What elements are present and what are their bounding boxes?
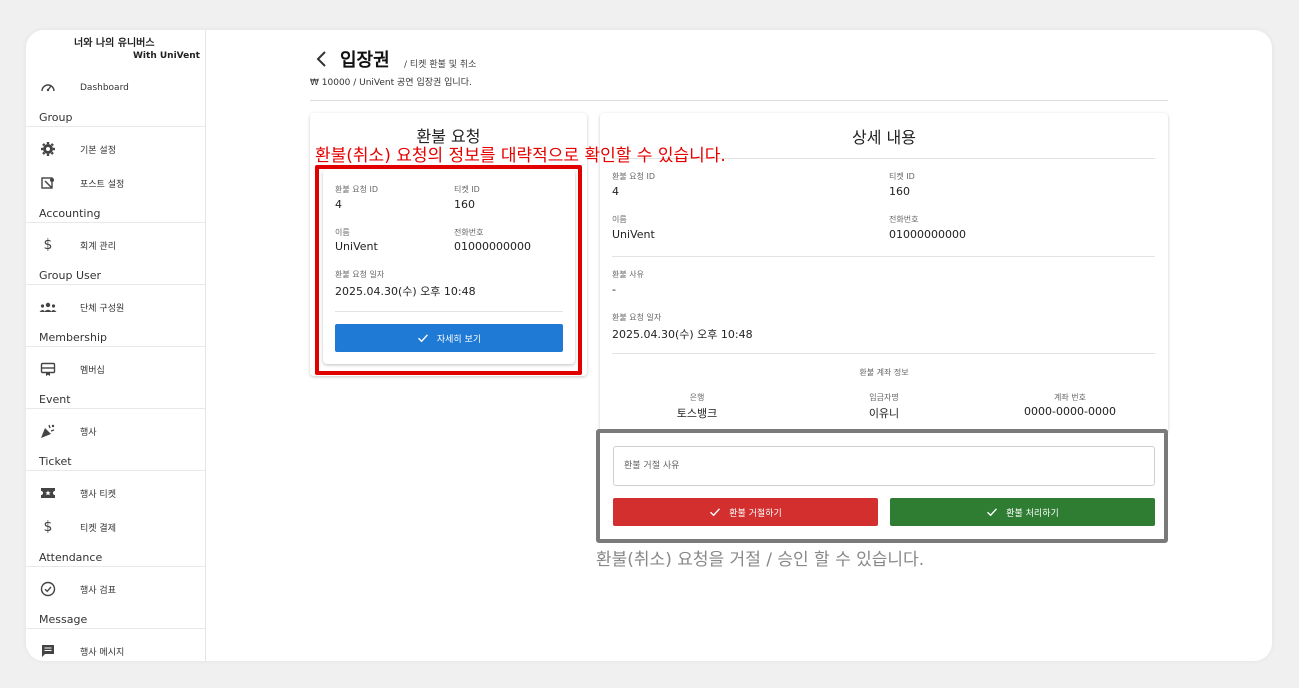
dollar-icon: $ <box>43 519 53 535</box>
section-divider <box>26 408 205 409</box>
group-icon <box>39 298 57 316</box>
sidebar-item-members[interactable]: 단체 구성원 <box>26 293 205 321</box>
bank-label: 은행 <box>689 393 705 402</box>
detail-phone-label: 전화번호 <box>889 215 919 224</box>
sidebar-item-basic-settings[interactable]: 기본 설정 <box>26 135 205 163</box>
account-info-title: 환불 계좌 정보 <box>859 368 909 377</box>
section-title-event: Event <box>39 393 71 406</box>
brand-title: 너와 나의 유니버스 <box>74 38 155 49</box>
sidebar-item-ticket-payment[interactable]: $ 티켓 결제 <box>26 513 205 541</box>
sidebar-item-label: Dashboard <box>80 83 129 93</box>
detail-ticket-id-value: 160 <box>889 185 910 198</box>
page-subtitle: / 티켓 환불 및 취소 <box>404 60 477 70</box>
sidebar-item-ticket-check[interactable]: 행사 검표 <box>26 575 205 603</box>
sidebar-item-label: 기본 설정 <box>80 145 116 156</box>
section-divider <box>26 628 205 629</box>
ticket-icon <box>39 484 57 502</box>
detail-name-value: UniVent <box>612 228 655 241</box>
section-divider <box>26 222 205 223</box>
card-membership-icon <box>39 360 57 378</box>
annotation-gray-text: 환불(취소) 요청을 거절 / 승인 할 수 있습니다. <box>596 550 925 570</box>
sidebar-item-label: 티켓 결제 <box>80 523 116 534</box>
section-title-attendance: Attendance <box>39 551 103 564</box>
section-divider <box>26 566 205 567</box>
sidebar-item-event[interactable]: 행사 <box>26 417 205 445</box>
sidebar-item-label: 행사 메시지 <box>80 647 125 658</box>
message-icon <box>39 642 57 660</box>
detail-ticket-id-label: 티켓 ID <box>889 172 915 181</box>
bank-value: 토스뱅크 <box>676 407 718 420</box>
section-divider <box>26 284 205 285</box>
section-title-membership: Membership <box>39 331 107 344</box>
sidebar-item-label: 회계 관리 <box>80 241 116 252</box>
dollar-icon: $ <box>43 237 53 253</box>
annotation-red-box <box>315 165 582 375</box>
annotation-gray-box <box>596 429 1168 543</box>
account-number-label: 계좌 번호 <box>1054 393 1086 402</box>
detail-divider <box>612 256 1155 257</box>
back-chevron-icon[interactable] <box>315 50 329 68</box>
section-title-group: Group <box>39 111 73 124</box>
app-window: 너와 나의 유니버스 With UniVent Dashboard Group … <box>26 30 1272 661</box>
detail-request-id-label: 환불 요청 ID <box>612 172 656 181</box>
refund-reason-label: 환불 사유 <box>612 270 644 279</box>
section-divider <box>26 126 205 127</box>
section-title-ticket: Ticket <box>39 455 72 468</box>
celebration-icon <box>39 422 57 440</box>
annotation-red-text: 환불(취소) 요청의 정보를 대략적으로 확인할 수 있습니다. <box>315 146 726 166</box>
sidebar-item-membership[interactable]: 멤버십 <box>26 355 205 383</box>
header-divider <box>310 100 1168 101</box>
page-description: ₩ 10000 / UniVent 공연 입장권 입니다. <box>310 78 472 88</box>
sidebar-item-label: 멤버십 <box>80 365 105 376</box>
sidebar-item-event-message[interactable]: 행사 메시지 <box>26 637 205 661</box>
detail-date-value: 2025.04.30(수) 오후 10:48 <box>612 328 753 341</box>
refund-reason-value: - <box>612 283 616 296</box>
sidebar: 너와 나의 유니버스 With UniVent Dashboard Group … <box>26 30 206 661</box>
section-title-accounting: Accounting <box>39 207 101 220</box>
sidebar-item-post-settings[interactable]: 포스트 설정 <box>26 169 205 197</box>
section-divider <box>26 346 205 347</box>
sidebar-item-label: 행사 검표 <box>80 585 116 596</box>
sidebar-item-accounting[interactable]: $ 회계 관리 <box>26 231 205 259</box>
section-title-message: Message <box>39 613 88 626</box>
detail-request-id-value: 4 <box>612 185 619 198</box>
sidebar-item-event-ticket[interactable]: 행사 티켓 <box>26 479 205 507</box>
sidebar-item-label: 행사 티켓 <box>80 489 116 500</box>
post-settings-icon <box>39 174 57 192</box>
sidebar-item-dashboard[interactable]: Dashboard <box>26 74 205 102</box>
section-title-group-user: Group User <box>39 269 102 282</box>
page-title: 입장권 <box>340 50 390 71</box>
check-circle-icon <box>39 580 57 598</box>
speedometer-icon <box>39 79 57 97</box>
detail-date-label: 환불 요청 일자 <box>612 313 662 322</box>
detail-phone-value: 01000000000 <box>889 228 966 241</box>
account-number-value: 0000-0000-0000 <box>1024 405 1116 418</box>
sidebar-item-label: 단체 구성원 <box>80 303 125 314</box>
gear-icon <box>39 140 57 158</box>
sidebar-item-label: 포스트 설정 <box>80 179 125 190</box>
holder-value: 이유니 <box>868 407 900 420</box>
detail-name-label: 이름 <box>612 215 627 224</box>
holder-label: 입금자명 <box>869 393 899 402</box>
sidebar-item-label: 행사 <box>80 427 97 438</box>
brand-subtitle: With UniVent <box>133 51 200 61</box>
detail-divider <box>612 353 1155 354</box>
section-divider <box>26 470 205 471</box>
